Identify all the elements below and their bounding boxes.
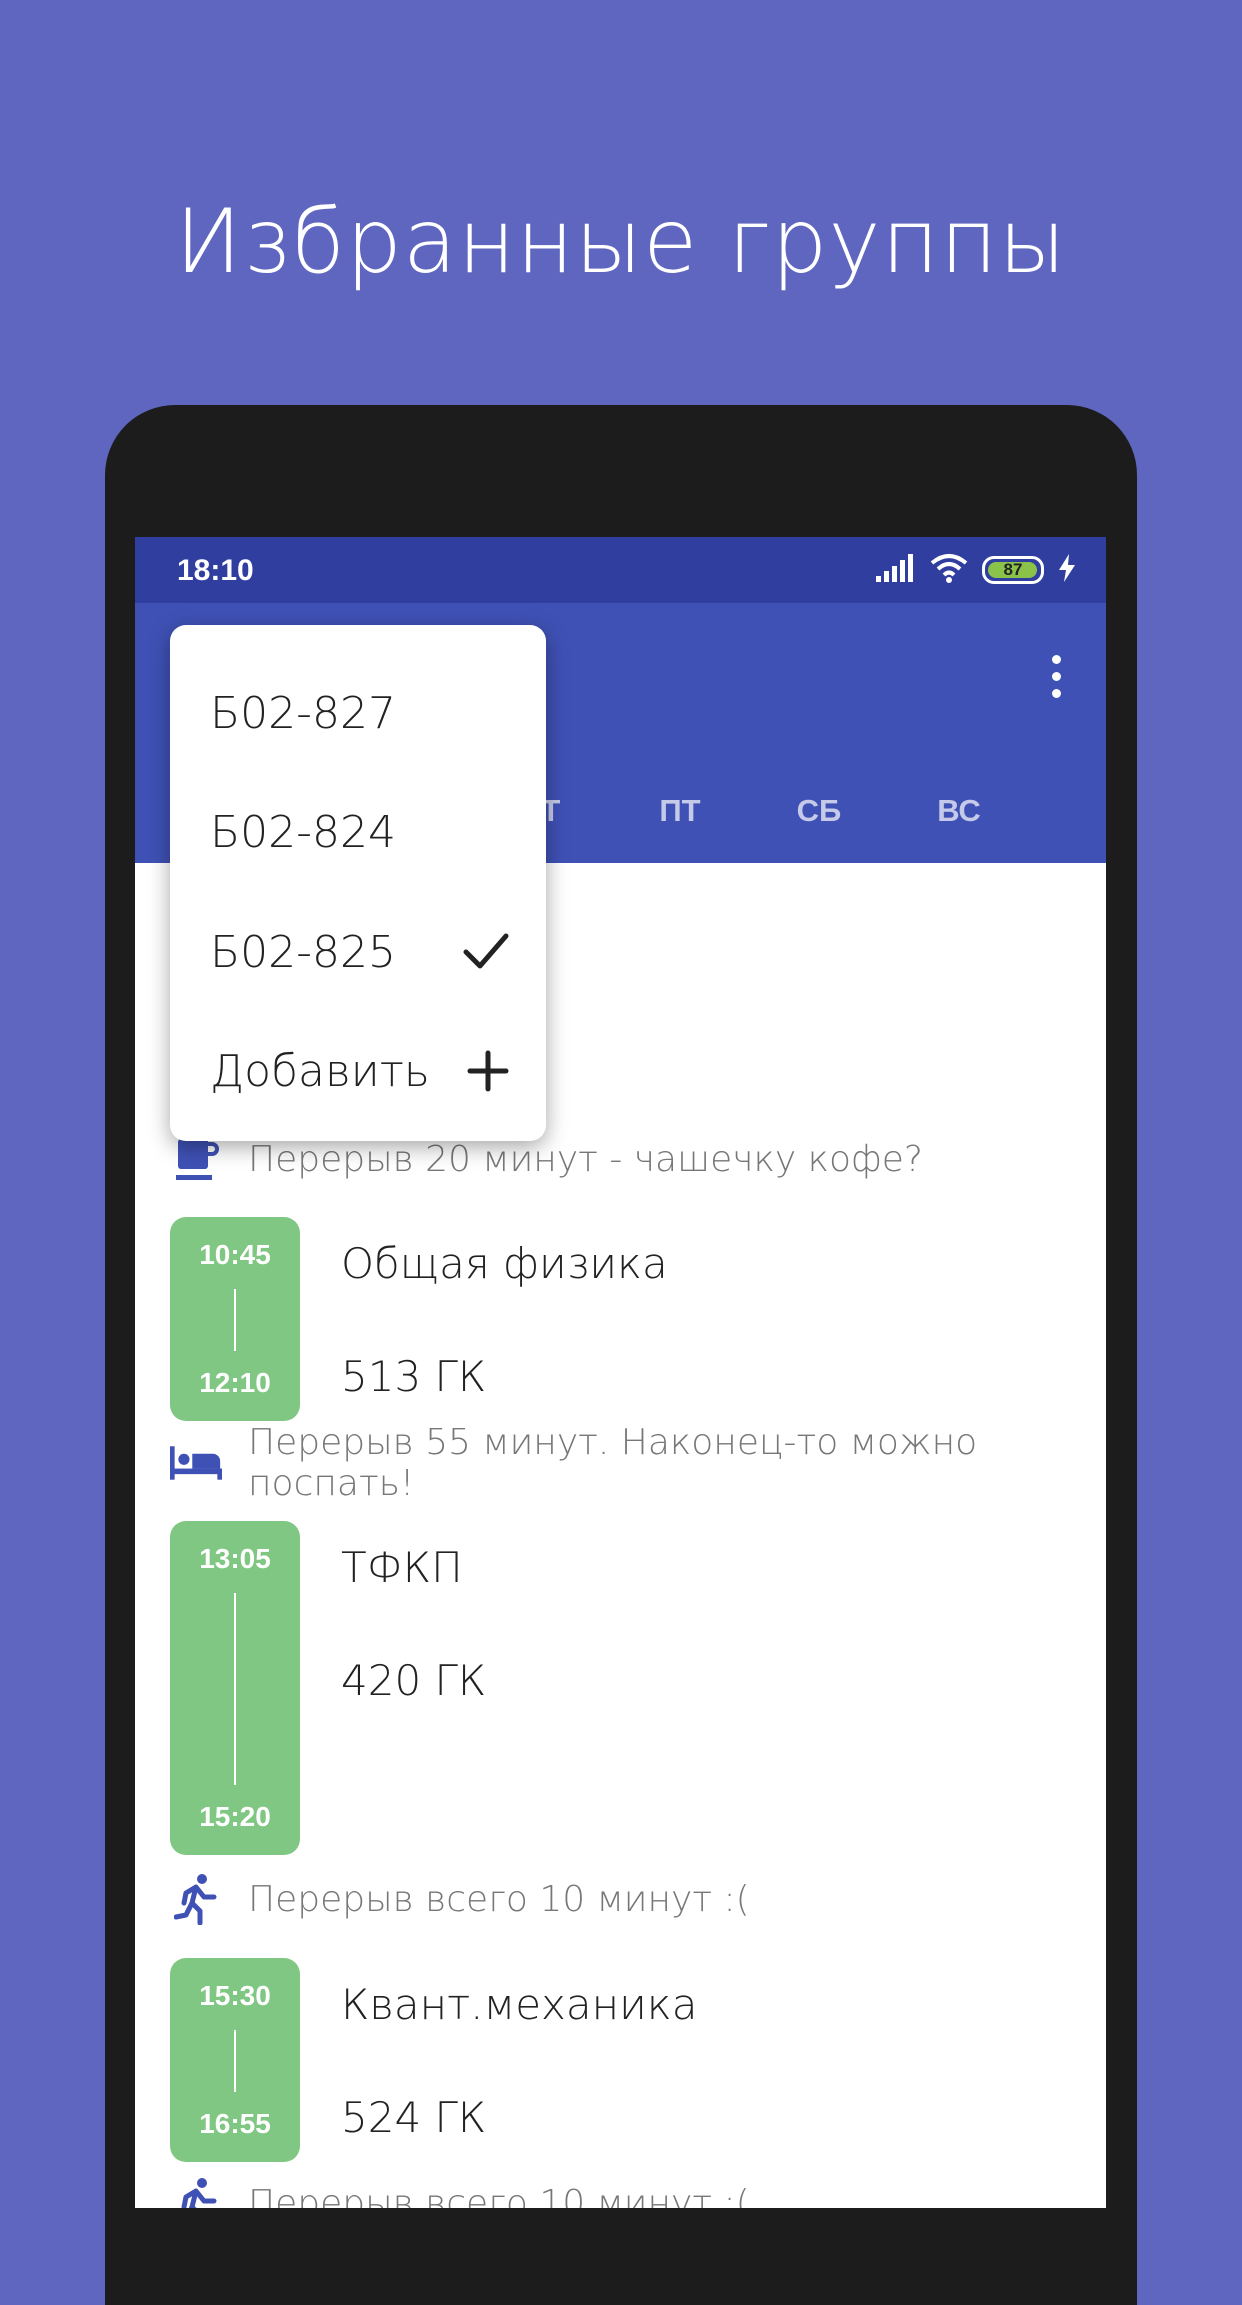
break-text: Перерыв всего 10 минут :( xyxy=(248,2182,750,2209)
lesson-end-time: 16:55 xyxy=(199,2108,271,2139)
signal-icon xyxy=(876,553,916,587)
status-bar: 18:10 87 xyxy=(135,537,1106,603)
dropdown-item-add[interactable]: Добавить xyxy=(210,1041,510,1101)
lesson-title: Квант.механика xyxy=(341,1980,698,2029)
lesson-card[interactable]: 10:45 12:10 Общая физика 513 ГК xyxy=(170,1217,1090,1423)
dropdown-item-group[interactable]: Б02-827 xyxy=(210,683,510,743)
lesson-room: 524 ГК xyxy=(341,2093,487,2142)
lesson-card[interactable]: 13:05 15:20 ТФКП 420 ГК xyxy=(170,1521,1090,1857)
coffee-cup-icon xyxy=(170,1135,222,1183)
group-dropdown-menu: Б02-827 Б02-824 Б02-825 Добавить xyxy=(170,625,546,1141)
lesson-title: Общая физика xyxy=(341,1239,668,1288)
dropdown-item-label: Б02-825 xyxy=(210,926,397,978)
lesson-time-block: 13:05 15:20 xyxy=(170,1521,300,1855)
bed-icon xyxy=(170,1439,222,1487)
time-connector xyxy=(234,2030,236,2092)
lesson-end-time: 15:20 xyxy=(199,1801,271,1832)
tab-sunday[interactable]: ВС xyxy=(899,793,1019,829)
check-icon xyxy=(462,930,510,985)
lesson-room: 420 ГК xyxy=(341,1656,487,1705)
lesson-start-time: 15:30 xyxy=(199,1980,271,2011)
charging-icon xyxy=(1058,553,1076,587)
time-connector xyxy=(234,1289,236,1351)
time-connector xyxy=(234,1593,236,1785)
dropdown-item-label: Б02-827 xyxy=(210,687,397,739)
tab-friday[interactable]: ПТ xyxy=(620,793,740,829)
app-screen: 18:10 87 ПТ СБ ВС Перерыв 20 минут - чаш… xyxy=(135,537,1106,2208)
running-person-icon xyxy=(170,1874,222,1925)
status-time: 18:10 xyxy=(177,554,254,587)
tab-saturday[interactable]: СБ xyxy=(759,793,879,829)
dropdown-item-label: Добавить xyxy=(210,1045,430,1097)
break-row: Перерыв 55 минут. Наконец-то можно поспа… xyxy=(170,1422,1090,1504)
break-text: Перерыв 55 минут. Наконец-то можно поспа… xyxy=(248,1422,978,1504)
running-person-icon xyxy=(170,2178,222,2208)
lesson-time-block: 15:30 16:55 xyxy=(170,1958,300,2162)
lesson-time-block: 10:45 12:10 xyxy=(170,1217,300,1421)
lesson-title: ТФКП xyxy=(341,1543,463,1592)
lesson-start-time: 13:05 xyxy=(199,1543,271,1574)
break-row: Перерыв всего 10 минут :( xyxy=(170,1873,1090,1925)
lesson-card[interactable]: 15:30 16:55 Квант.механика 524 ГК xyxy=(170,1958,1090,2164)
break-row: Перерыв всего 10 минут :( xyxy=(170,2177,1090,2208)
more-options-icon[interactable] xyxy=(1048,655,1064,705)
dropdown-item-group-selected[interactable]: Б02-825 xyxy=(210,922,510,982)
lesson-room: 513 ГК xyxy=(341,1352,487,1401)
plus-icon xyxy=(466,1049,510,1104)
break-text: Перерыв всего 10 минут :( xyxy=(248,1878,750,1920)
dropdown-item-group[interactable]: Б02-824 xyxy=(210,802,510,862)
battery-level: 87 xyxy=(1003,560,1023,579)
lesson-start-time: 10:45 xyxy=(199,1239,271,1270)
wifi-icon xyxy=(930,553,968,588)
lesson-end-time: 12:10 xyxy=(199,1367,271,1398)
promo-headline: Избранные группы xyxy=(175,190,1067,293)
battery-icon: 87 xyxy=(982,556,1044,584)
break-text: Перерыв 20 минут - чашечку кофе? xyxy=(248,1138,924,1180)
dropdown-item-label: Б02-824 xyxy=(210,806,397,858)
